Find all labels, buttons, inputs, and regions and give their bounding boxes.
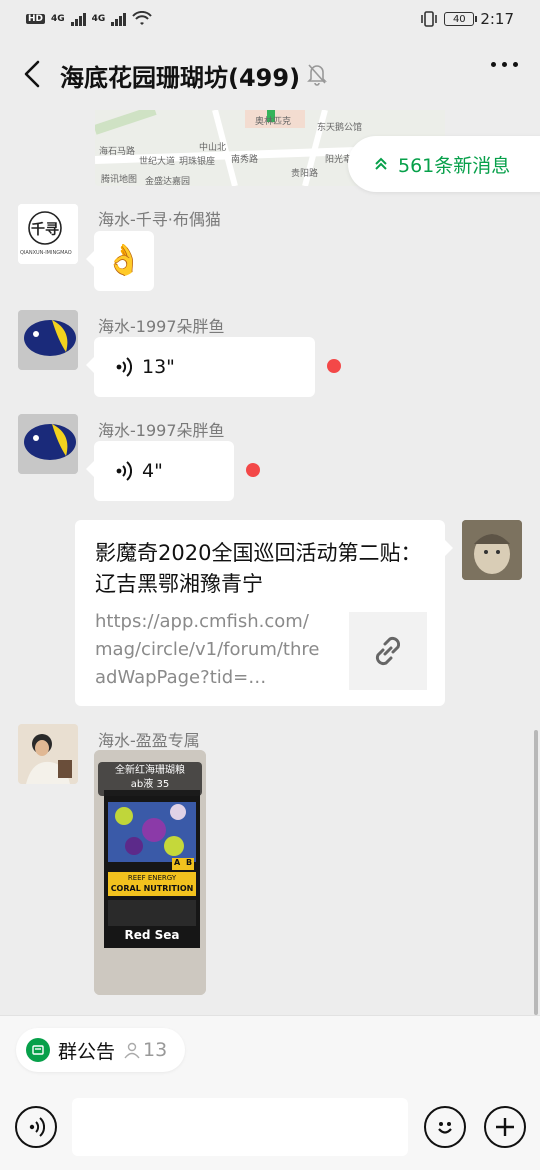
map-label: 中山北	[199, 143, 227, 153]
avatar-logo-subtext: QIANXUN-IMINGMAO	[20, 250, 72, 256]
product-label-a: A	[174, 858, 181, 867]
emoji-button[interactable]	[424, 1106, 466, 1148]
map-label: 海石马路	[99, 147, 136, 157]
image-message[interactable]: 全新红海珊瑚粮 ab液 35 A B REEF ENERGY CORAL NUT…	[94, 750, 206, 995]
map-label: 东天鹅公馆	[317, 123, 363, 133]
notice-count: 13	[123, 1039, 167, 1061]
voice-content: 4"	[94, 441, 234, 501]
status-bar: HD 4G 4G 40 2:17	[0, 0, 540, 38]
new-messages-label: 561条新消息	[398, 154, 511, 177]
link-title: 影魔奇2020全国巡回活动第二贴： 辽吉黑鄂湘豫青宁	[95, 541, 422, 596]
person-avatar-image	[18, 724, 78, 784]
caption-line-2: ab液 35	[130, 779, 170, 790]
scrollbar[interactable]	[534, 730, 538, 1015]
sender-name: 海水-千寻·布偶猫	[98, 210, 221, 229]
map-label: 奥林匹克	[255, 117, 292, 127]
battery-level: 40	[452, 13, 466, 25]
voice-icon	[29, 1117, 45, 1137]
brand-label: Red Sea	[124, 928, 180, 942]
product-label-b: B	[186, 858, 193, 867]
fish-avatar-image	[18, 414, 78, 474]
sender-name: 海水-1997朵胖鱼	[98, 421, 225, 440]
hd-badge: HD	[26, 14, 46, 24]
chat-title: 海底花园珊瑚坊(499)	[60, 64, 301, 92]
link-url: https://app.cmfish.com/mag/circle/v1/for…	[95, 611, 320, 688]
double-chevron-up-icon	[375, 157, 387, 170]
avatar-logo-text: 千寻	[31, 222, 59, 238]
voice-content: 13"	[94, 337, 315, 397]
vibrate-icon	[421, 11, 438, 27]
product-label-2: CORAL NUTRITION	[110, 884, 194, 893]
link-icon	[375, 636, 401, 666]
network-type-1: 4G	[51, 14, 65, 24]
back-button[interactable]	[14, 56, 50, 92]
message-input[interactable]	[72, 1098, 408, 1156]
voice-message-bubble[interactable]: 13"	[86, 337, 315, 397]
image-caption: 全新红海珊瑚粮 ab液 35	[98, 764, 202, 792]
message-bubble[interactable]: 👌	[86, 231, 154, 291]
map-label: 世纪大道	[139, 157, 176, 167]
fish-avatar-image	[18, 310, 78, 370]
avatar[interactable]: 千寻 QIANXUN-IMINGMAO	[18, 204, 78, 264]
baby-avatar-image	[462, 520, 522, 580]
notice-icon	[26, 1038, 50, 1062]
voice-duration: 4"	[142, 460, 163, 482]
plus-icon	[496, 1118, 514, 1136]
avatar[interactable]	[18, 414, 78, 474]
caption-line-1: 全新红海珊瑚粮	[115, 765, 185, 776]
chevron-left-icon	[24, 60, 40, 88]
map-label: 玥珠银座	[179, 157, 216, 167]
signal-icon-2	[111, 12, 127, 26]
person-icon	[124, 1042, 140, 1059]
status-right: 40 2:17	[420, 10, 514, 28]
battery-icon: 40	[444, 12, 478, 26]
network-type-2: 4G	[91, 14, 106, 24]
map-label: 贵阳路	[291, 169, 319, 179]
voice-wave-icon	[116, 461, 132, 481]
unread-dot	[246, 463, 260, 477]
chat-header: 海底花园珊瑚坊(499)	[0, 38, 540, 110]
ok-hand-emoji: 👌	[105, 243, 143, 278]
sender-name: 海水-盈盈专属	[98, 731, 200, 750]
notice-label: 群公告	[58, 1040, 116, 1063]
link-thumbnail	[349, 612, 427, 690]
mute-bell-icon	[307, 64, 327, 86]
group-notice-button[interactable]: 群公告 13	[16, 1028, 186, 1072]
voice-duration: 13"	[142, 356, 175, 378]
avatar[interactable]	[18, 724, 78, 784]
product-label-1: REEF ENERGY	[127, 874, 177, 882]
status-left: HD 4G 4G	[26, 11, 153, 27]
add-more-button[interactable]	[484, 1106, 526, 1148]
voice-message-bubble[interactable]: 4"	[86, 441, 234, 501]
sender-name: 海水-1997朵胖鱼	[98, 317, 225, 336]
smiley-icon	[438, 1122, 452, 1134]
new-messages-button[interactable]: 561条新消息	[348, 136, 540, 192]
map-label: 南秀路	[231, 155, 259, 165]
self-avatar[interactable]	[462, 520, 522, 580]
voice-input-button[interactable]	[15, 1106, 57, 1148]
avatar[interactable]	[18, 310, 78, 370]
voice-wave-icon	[116, 357, 132, 377]
notice-count-value: 13	[143, 1039, 168, 1061]
signal-icon	[70, 12, 86, 26]
more-options-button[interactable]	[491, 62, 518, 67]
wifi-icon	[132, 11, 153, 25]
map-label: 腾讯地图	[101, 175, 138, 185]
map-label: 金盛达嘉园	[145, 177, 191, 186]
clock: 2:17	[480, 10, 514, 28]
link-card-message[interactable]: 影魔奇2020全国巡回活动第二贴： 辽吉黑鄂湘豫青宁 https://app.c…	[75, 520, 453, 706]
unread-dot	[327, 359, 341, 373]
